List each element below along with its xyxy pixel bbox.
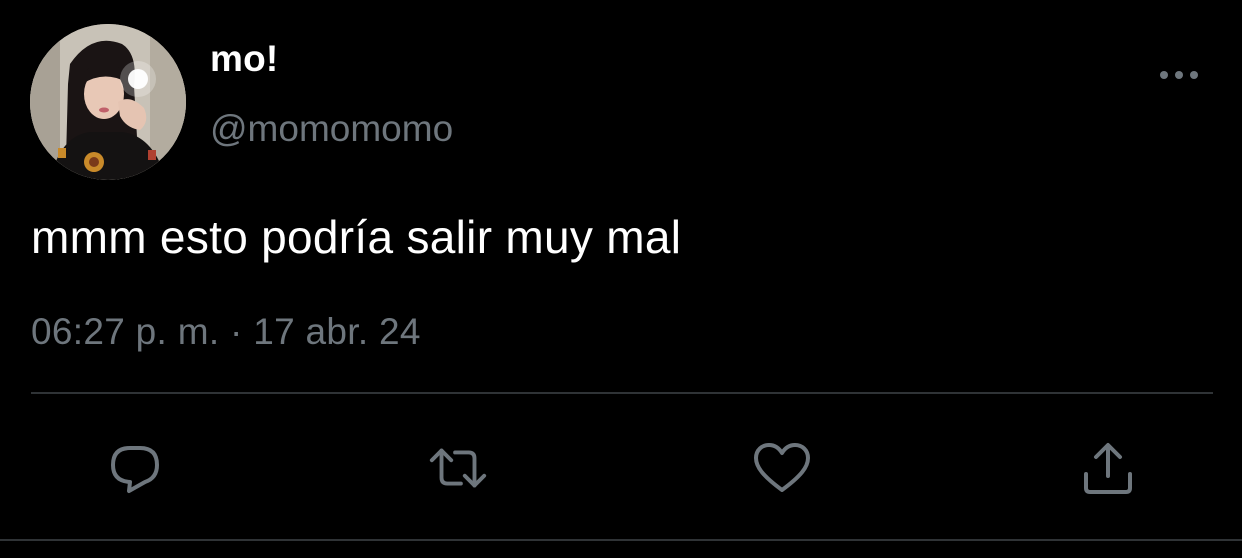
divider-bottom [0,539,1242,541]
tweet-text: mmm esto podría salir muy mal [31,211,682,263]
share-button[interactable] [1076,436,1140,500]
reply-button[interactable] [103,436,167,500]
divider [31,392,1213,394]
user-handle[interactable]: @momomomo [210,108,453,150]
avatar-photo [30,24,186,180]
more-dots-icon [1160,71,1198,79]
share-icon [1084,443,1132,494]
display-name[interactable]: mo! [210,38,278,80]
tweet-timestamp[interactable]: 06:27 p. m. · 17 abr. 24 [31,311,421,353]
tweet-card: mo! @momomomo mmm esto podría salir muy … [0,0,1242,558]
avatar[interactable] [30,24,186,180]
like-button[interactable] [750,436,814,500]
reply-icon [111,446,159,493]
retweet-button[interactable] [426,436,490,500]
heart-icon [754,443,810,492]
more-options-button[interactable] [1152,58,1206,92]
retweet-icon [429,448,487,488]
